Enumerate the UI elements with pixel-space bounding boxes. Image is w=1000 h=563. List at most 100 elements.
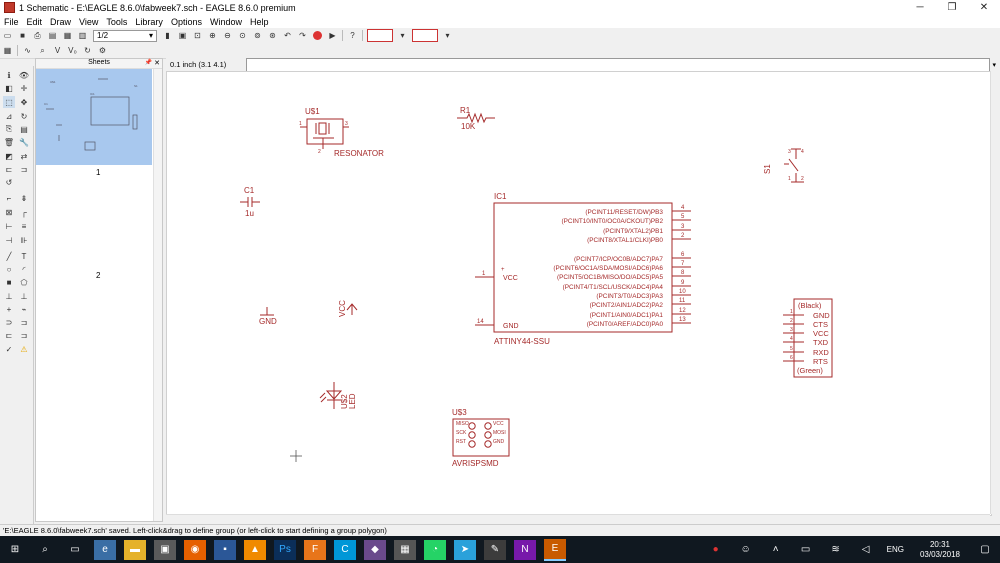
menu-view[interactable]: View <box>75 17 102 27</box>
command-input[interactable] <box>246 57 991 72</box>
gear-icon[interactable]: ⚙ <box>97 45 109 57</box>
fusion-icon[interactable]: F <box>304 539 326 560</box>
mirror-icon[interactable]: ⊿ <box>3 110 15 122</box>
telegram-icon[interactable]: ➤ <box>454 539 476 560</box>
canvas-vertical-scrollbar[interactable] <box>990 71 1000 514</box>
errors-icon[interactable]: ⊐ <box>18 329 30 341</box>
zoom-in-icon[interactable]: ⊕ <box>207 30 219 42</box>
help-icon[interactable]: ? <box>347 30 359 42</box>
spice-icon[interactable] <box>412 29 438 42</box>
dimension-icon[interactable]: ⌁ <box>18 303 30 315</box>
move-icon[interactable]: ✥ <box>18 96 30 108</box>
search-icon[interactable]: ⌕ <box>34 540 56 560</box>
menu-file[interactable]: File <box>0 17 23 27</box>
language-indicator[interactable]: ENG <box>887 545 904 554</box>
name-icon[interactable]: ↻ <box>82 45 94 57</box>
mark-icon[interactable]: ✛ <box>18 82 30 94</box>
dropdown-arrow-icon[interactable]: ▾ <box>397 30 409 42</box>
sheet-label-1[interactable]: 1 <box>96 168 100 177</box>
circle-icon[interactable]: ○ <box>3 263 15 275</box>
pin-panel-icon[interactable]: 📌 <box>145 59 152 66</box>
vcc-symbol[interactable] <box>346 303 358 315</box>
schematic-canvas[interactable]: U$1 RESONATOR 1 3 2 R1 10K S1 3 4 1 2 C1… <box>166 71 992 516</box>
whatsapp-icon[interactable]: ◔ <box>424 539 446 560</box>
show-icon[interactable]: 👁 <box>18 69 30 81</box>
zoom-redraw-icon[interactable]: ⊚ <box>252 30 264 42</box>
add-icon[interactable]: ◩ <box>3 150 15 162</box>
gnd-symbol[interactable] <box>260 307 274 316</box>
invoke-icon[interactable]: ⊏ <box>3 163 15 175</box>
polygon-icon[interactable]: ⬠ <box>18 276 30 288</box>
close-panel-icon[interactable]: ✕ <box>154 59 160 67</box>
rect-icon[interactable]: ■ <box>3 276 15 288</box>
group-icon[interactable]: ⬚ <box>3 96 15 108</box>
canvas-horizontal-scrollbar[interactable] <box>166 514 990 523</box>
module-icon[interactable]: ⊃ <box>3 316 15 328</box>
save-icon[interactable]: ■ <box>17 30 29 42</box>
miter-icon[interactable]: ⇟ <box>18 192 30 204</box>
pin-icon[interactable]: + <box>3 303 15 315</box>
grid-icon[interactable]: ▦ <box>2 45 14 57</box>
notifications-icon[interactable]: ▢ <box>974 540 996 560</box>
net-icon[interactable]: ⊢ <box>3 220 15 232</box>
onenote-icon[interactable]: N <box>514 539 536 560</box>
edge-icon[interactable]: e <box>94 539 116 560</box>
bus-icon[interactable]: ≡ <box>18 220 30 232</box>
sheet-select[interactable]: 1/2 ▾ <box>93 29 157 42</box>
frame-icon[interactable]: ⊥ <box>3 290 15 302</box>
rotate-icon[interactable]: ↻ <box>18 110 30 122</box>
ratsnest-icon[interactable]: ⊏ <box>3 329 15 341</box>
zoom-select-icon[interactable]: ⊙ <box>237 30 249 42</box>
delete-icon[interactable]: 🗑 <box>3 136 15 148</box>
label-icon[interactable]: ⊪ <box>18 234 30 246</box>
undo-icon[interactable]: ↶ <box>282 30 294 42</box>
gateswap-icon[interactable]: ⊐ <box>18 163 30 175</box>
eagle-taskbar-icon[interactable]: E <box>544 538 566 561</box>
windows-start-icon[interactable]: ⊞ <box>4 540 26 560</box>
resistor-symbol[interactable] <box>457 112 495 124</box>
warning-icon[interactable]: ⚠ <box>18 343 30 355</box>
board-icon[interactable]: ▦ <box>62 30 74 42</box>
value-icon[interactable]: V₀ <box>67 45 79 57</box>
sheet-icon[interactable]: ▥ <box>77 30 89 42</box>
go-icon[interactable]: ▶ <box>327 30 339 42</box>
chevron-up-icon[interactable]: ˄ <box>765 540 787 560</box>
erc-check-icon[interactable]: ✓ <box>3 343 15 355</box>
store-icon[interactable]: ▣ <box>154 539 176 560</box>
browser-icon[interactable]: C <box>334 539 356 560</box>
split-icon[interactable]: ⌐ <box>3 192 15 204</box>
cam-icon[interactable]: ▤ <box>47 30 59 42</box>
print-icon[interactable]: ⎙ <box>32 30 44 42</box>
paste-icon[interactable]: ▤ <box>18 123 30 135</box>
dropdown-arrow-icon[interactable]: ▾ <box>442 30 454 42</box>
calculator-icon[interactable]: ▦ <box>394 539 416 560</box>
firefox-icon[interactable]: ◉ <box>184 539 206 560</box>
ulp-icon[interactable]: ▣ <box>177 30 189 42</box>
menu-library[interactable]: Library <box>131 17 167 27</box>
script-icon[interactable]: ▮ <box>162 30 174 42</box>
minimize-button[interactable]: ─ <box>905 0 935 15</box>
erc-icon[interactable]: V <box>52 45 64 57</box>
pinswap-icon[interactable]: ↺ <box>3 176 15 188</box>
sheet-thumbnail-1[interactable]: U$1 C1 IC1 S1 <box>36 69 152 165</box>
line-icon[interactable]: ╱ <box>3 250 15 262</box>
junction-icon[interactable]: ⊣ <box>3 234 15 246</box>
network-icon[interactable]: ≋ <box>825 540 847 560</box>
replace-icon[interactable]: ⇄ <box>18 150 30 162</box>
wire-style-icon[interactable]: ∿ <box>22 45 34 57</box>
maximize-button[interactable]: ❐ <box>937 0 967 15</box>
people-icon[interactable]: ☺ <box>735 540 757 560</box>
battery-icon[interactable]: ▭ <box>795 540 817 560</box>
capacitor-symbol[interactable] <box>240 197 260 207</box>
attribute-icon[interactable]: ⊥ <box>18 290 30 302</box>
app-icon[interactable]: ▪ <box>214 539 236 560</box>
open-icon[interactable]: ▭ <box>2 30 14 42</box>
resonator-symbol[interactable] <box>300 118 349 149</box>
zoom-last-icon[interactable]: ⊛ <box>267 30 279 42</box>
menu-tools[interactable]: Tools <box>102 17 131 27</box>
sheets-scrollbar[interactable] <box>153 69 162 521</box>
led-symbol[interactable] <box>319 382 343 409</box>
menu-edit[interactable]: Edit <box>23 17 47 27</box>
sheet-label-2[interactable]: 2 <box>96 271 100 280</box>
close-button[interactable]: ✕ <box>969 0 999 15</box>
